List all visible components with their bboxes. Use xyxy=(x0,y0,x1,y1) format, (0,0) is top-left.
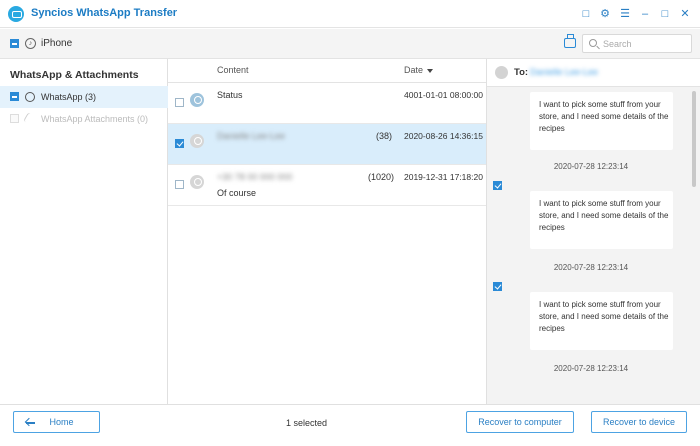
attachments-checkbox[interactable] xyxy=(10,114,19,123)
paperclip-icon xyxy=(23,112,37,126)
chat-scrollbar[interactable] xyxy=(692,91,696,187)
search-box[interactable] xyxy=(582,34,692,53)
message-time: 2020-07-28 12:23:14 xyxy=(553,162,629,171)
footer: Home 1 selected Recover to computer Reco… xyxy=(0,404,700,446)
device-name: iPhone xyxy=(41,38,73,49)
toolbar xyxy=(168,29,700,59)
table-row[interactable]: +30 78 00 000 000 (1020) 2019-12-31 17:1… xyxy=(168,165,486,206)
app-logo-icon xyxy=(8,6,24,22)
whatsapp-checkbox[interactable] xyxy=(10,92,19,101)
feedback-icon[interactable]: □ xyxy=(579,7,593,21)
avatar-icon xyxy=(190,134,204,148)
selection-status: 1 selected xyxy=(286,418,328,428)
column-header-content[interactable]: Content xyxy=(217,65,249,75)
message-time: 2020-07-28 12:23:14 xyxy=(553,364,629,373)
status-avatar-icon xyxy=(190,93,204,107)
to-label: To: xyxy=(514,67,529,78)
row-name: Status xyxy=(217,90,243,100)
sidebar-item-label: WhatsApp Attachments (0) xyxy=(41,114,149,124)
sidebar-item-whatsapp[interactable]: WhatsApp (3) xyxy=(0,86,168,108)
message-text: I want to pick some stuff from your stor… xyxy=(539,300,669,333)
gear-icon[interactable]: ⚙ xyxy=(598,7,612,21)
back-arrow-icon xyxy=(26,422,35,424)
message-text: I want to pick some stuff from your stor… xyxy=(539,100,669,133)
iphone-icon: ♪ xyxy=(25,38,36,49)
search-input[interactable] xyxy=(603,37,689,50)
row-checkbox[interactable] xyxy=(175,139,184,148)
avatar-icon xyxy=(495,66,508,79)
section-title: WhatsApp & Attachments xyxy=(10,69,139,81)
app-title: Syncios WhatsApp Transfer xyxy=(31,7,178,19)
recover-to-computer-button[interactable]: Recover to computer xyxy=(466,411,574,433)
row-count: (1020) xyxy=(368,172,395,182)
message-checkbox[interactable] xyxy=(493,282,502,291)
print-icon[interactable] xyxy=(564,34,576,48)
row-checkbox[interactable] xyxy=(175,98,184,107)
chat-recipient-bar: To: Danielle Lee-Lee xyxy=(486,59,700,87)
minimize-icon[interactable]: – xyxy=(638,7,652,21)
sidebar-item-label: WhatsApp (3) xyxy=(41,92,97,102)
row-date: 2019-12-31 17:18:20 xyxy=(404,172,483,182)
row-count: (38) xyxy=(375,131,392,141)
sort-down-icon xyxy=(427,68,434,73)
maximize-icon[interactable]: □ xyxy=(658,7,672,21)
row-date: 2020-08-26 14:36:15 xyxy=(404,131,483,141)
close-icon[interactable]: ✕ xyxy=(678,7,692,21)
row-preview: Of course xyxy=(217,188,257,198)
row-name: +30 78 00 000 000 xyxy=(217,172,293,182)
list-header: Content Date xyxy=(168,59,486,83)
recipient-name: Danielle Lee-Lee xyxy=(530,67,599,77)
column-header-date[interactable]: Date xyxy=(404,65,434,75)
table-row[interactable]: Danielle Lee-Lee (38) 2020-08-26 14:36:1… xyxy=(168,124,486,165)
menu-icon[interactable]: ☰ xyxy=(618,7,632,21)
message-bubble: I want to pick some stuff from your stor… xyxy=(530,191,673,249)
home-button-label: Home xyxy=(49,417,74,427)
message-text: I want to pick some stuff from your stor… xyxy=(539,199,669,232)
table-row[interactable]: Status 4001-01-01 08:00:00 xyxy=(168,83,486,124)
message-bubble: I want to pick some stuff from your stor… xyxy=(530,292,673,350)
message-checkbox[interactable] xyxy=(493,181,502,190)
home-button[interactable]: Home xyxy=(13,411,100,433)
row-checkbox[interactable] xyxy=(175,180,184,189)
recover-to-device-button[interactable]: Recover to device xyxy=(591,411,687,433)
device-checkbox[interactable] xyxy=(10,39,19,48)
device-row[interactable]: ♪ iPhone xyxy=(0,29,168,59)
row-name: Danielle Lee-Lee xyxy=(217,131,286,141)
column-header-date-label: Date xyxy=(404,65,424,75)
search-icon xyxy=(589,39,597,47)
message-time: 2020-07-28 12:23:14 xyxy=(553,263,629,272)
avatar-icon xyxy=(190,175,204,189)
row-date: 4001-01-01 08:00:00 xyxy=(404,90,483,100)
whatsapp-icon xyxy=(25,92,35,102)
left-panel: ♪ iPhone WhatsApp & Attachments WhatsApp… xyxy=(0,29,168,404)
message-bubble: I want to pick some stuff from your stor… xyxy=(530,92,673,150)
sidebar-item-attachments[interactable]: WhatsApp Attachments (0) xyxy=(0,108,168,130)
title-bar: Syncios WhatsApp Transfer □ ⚙ ☰ – □ ✕ xyxy=(0,0,700,28)
